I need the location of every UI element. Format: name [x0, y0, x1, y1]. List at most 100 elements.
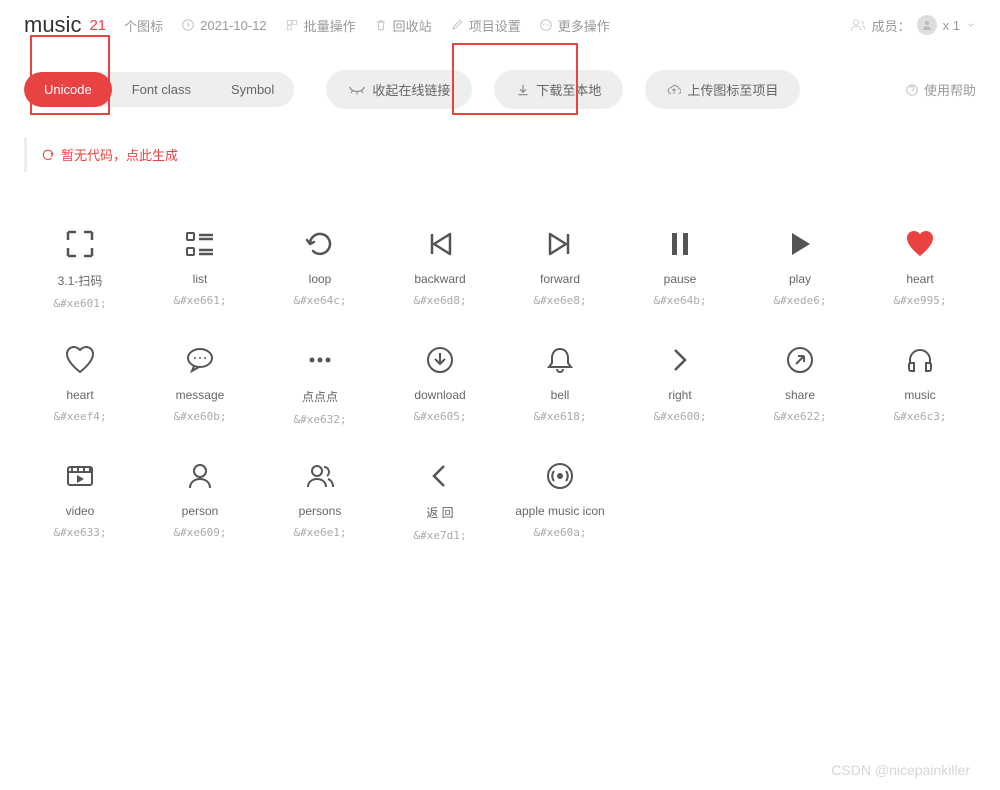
batch-button[interactable]: 批量操作 — [285, 16, 356, 35]
icon-name: person — [182, 504, 219, 518]
icon-cell[interactable]: play &#xede6; — [740, 212, 860, 328]
code-bar: 暂无代码，点此生成 — [24, 137, 976, 172]
tab-symbol[interactable]: Symbol — [211, 72, 294, 107]
icon-name: list — [193, 272, 208, 286]
icon-code: &#xe609; — [174, 526, 227, 539]
list-icon — [180, 224, 220, 264]
eye-closed-icon — [348, 85, 366, 95]
video-icon — [60, 456, 100, 496]
icon-cell[interactable]: loop &#xe64c; — [260, 212, 380, 328]
generate-code-link[interactable]: 暂无代码，点此生成 — [61, 145, 178, 164]
icon-cell[interactable]: right &#xe600; — [620, 328, 740, 444]
radio-icon — [540, 456, 580, 496]
icon-name: video — [66, 504, 95, 518]
icon-code: &#xe64c; — [294, 294, 347, 307]
play-icon — [780, 224, 820, 264]
members[interactable]: 成员： x 1 — [850, 15, 976, 35]
icon-cell[interactable]: apple music icon &#xe60a; — [500, 444, 620, 560]
batch-icon — [285, 18, 299, 32]
icon-code: &#xe995; — [894, 294, 947, 307]
trash-button[interactable]: 回收站 — [374, 16, 432, 35]
icon-cell[interactable]: pause &#xe64b; — [620, 212, 740, 328]
icon-name: bell — [551, 388, 570, 402]
download-icon — [420, 340, 460, 380]
icon-name: heart — [66, 388, 93, 402]
icon-code: &#xe632; — [294, 413, 347, 426]
icon-code: &#xe6c3; — [894, 410, 947, 423]
icon-code: &#xe622; — [774, 410, 827, 423]
download-button[interactable]: 下载至本地 — [494, 70, 623, 109]
members-icon — [850, 17, 866, 33]
header: music 21 个图标 2021-10-12 批量操作 回收站 项目设置 更多… — [0, 0, 1000, 50]
more-icon — [539, 18, 553, 32]
icon-code: &#xe661; — [174, 294, 227, 307]
heart-fill-icon — [900, 224, 940, 264]
icon-code: &#xe6e1; — [294, 526, 347, 539]
help-icon — [905, 83, 919, 97]
toolbar: Unicode Font class Symbol 收起在线链接 下载至本地 上… — [0, 50, 1000, 129]
icon-cell[interactable]: message &#xe60b; — [140, 328, 260, 444]
collapse-link-button[interactable]: 收起在线链接 — [326, 70, 472, 109]
icon-cell[interactable]: list &#xe661; — [140, 212, 260, 328]
icon-cell[interactable]: forward &#xe6e8; — [500, 212, 620, 328]
icon-cell[interactable]: music &#xe6c3; — [860, 328, 980, 444]
scan-icon — [60, 224, 100, 264]
icon-name: music — [904, 388, 935, 402]
loop-icon — [300, 224, 340, 264]
help-button[interactable]: 使用帮助 — [905, 80, 976, 99]
watermark: CSDN @nicepainkiller — [831, 762, 970, 778]
icon-name: 点点点 — [302, 388, 338, 405]
icon-cell[interactable]: person &#xe609; — [140, 444, 260, 560]
icon-cell[interactable]: bell &#xe618; — [500, 328, 620, 444]
project-title: music — [24, 12, 81, 38]
icon-code: &#xe605; — [414, 410, 467, 423]
icon-code: &#xe6d8; — [414, 294, 467, 307]
persons-icon — [300, 456, 340, 496]
icon-name: play — [789, 272, 811, 286]
icon-code: &#xe64b; — [654, 294, 707, 307]
upload-button[interactable]: 上传图标至项目 — [645, 70, 800, 109]
format-tabs: Unicode Font class Symbol — [24, 72, 294, 107]
icon-name: persons — [299, 504, 342, 518]
icon-count: 21 — [89, 17, 106, 34]
settings-button[interactable]: 项目设置 — [450, 16, 521, 35]
icon-code: &#xe60a; — [534, 526, 587, 539]
icon-name: forward — [540, 272, 580, 286]
icon-code: &#xe618; — [534, 410, 587, 423]
icon-cell[interactable]: share &#xe622; — [740, 328, 860, 444]
icon-cell[interactable]: heart &#xe995; — [860, 212, 980, 328]
bell-icon — [540, 340, 580, 380]
icon-cell[interactable]: backward &#xe6d8; — [380, 212, 500, 328]
tab-unicode[interactable]: Unicode — [24, 72, 112, 107]
icon-name: right — [668, 388, 691, 402]
trash-icon — [374, 18, 388, 32]
icon-name: pause — [664, 272, 697, 286]
icon-cell[interactable]: video &#xe633; — [20, 444, 140, 560]
icon-cell[interactable]: 返 回 &#xe7d1; — [380, 444, 500, 560]
icon-cell[interactable]: persons &#xe6e1; — [260, 444, 380, 560]
icon-grid: 3.1-扫码 &#xe601; list &#xe661; loop &#xe6… — [0, 172, 1000, 560]
tab-fontclass[interactable]: Font class — [112, 72, 211, 107]
right-icon — [660, 340, 700, 380]
icon-cell[interactable]: download &#xe605; — [380, 328, 500, 444]
pencil-icon — [450, 18, 464, 32]
icon-cell[interactable]: 3.1-扫码 &#xe601; — [20, 212, 140, 328]
icon-name: message — [176, 388, 225, 402]
icon-code: &#xe60b; — [174, 410, 227, 423]
icon-code: &#xe633; — [54, 526, 107, 539]
icon-name: backward — [414, 272, 465, 286]
back-icon — [420, 456, 460, 496]
forward-icon — [540, 224, 580, 264]
avatar — [917, 15, 937, 35]
icon-code: &#xe601; — [54, 297, 107, 310]
download-icon — [516, 83, 530, 97]
refresh-icon — [41, 148, 55, 162]
more-button[interactable]: 更多操作 — [539, 16, 610, 35]
icon-name: 3.1-扫码 — [58, 272, 103, 289]
icon-count-label: 个图标 — [124, 16, 163, 35]
icon-cell[interactable]: 点点点 &#xe632; — [260, 328, 380, 444]
person-icon — [180, 456, 220, 496]
icon-cell[interactable]: heart &#xeef4; — [20, 328, 140, 444]
date-text: 2021-10-12 — [200, 18, 267, 33]
icon-code: &#xe600; — [654, 410, 707, 423]
